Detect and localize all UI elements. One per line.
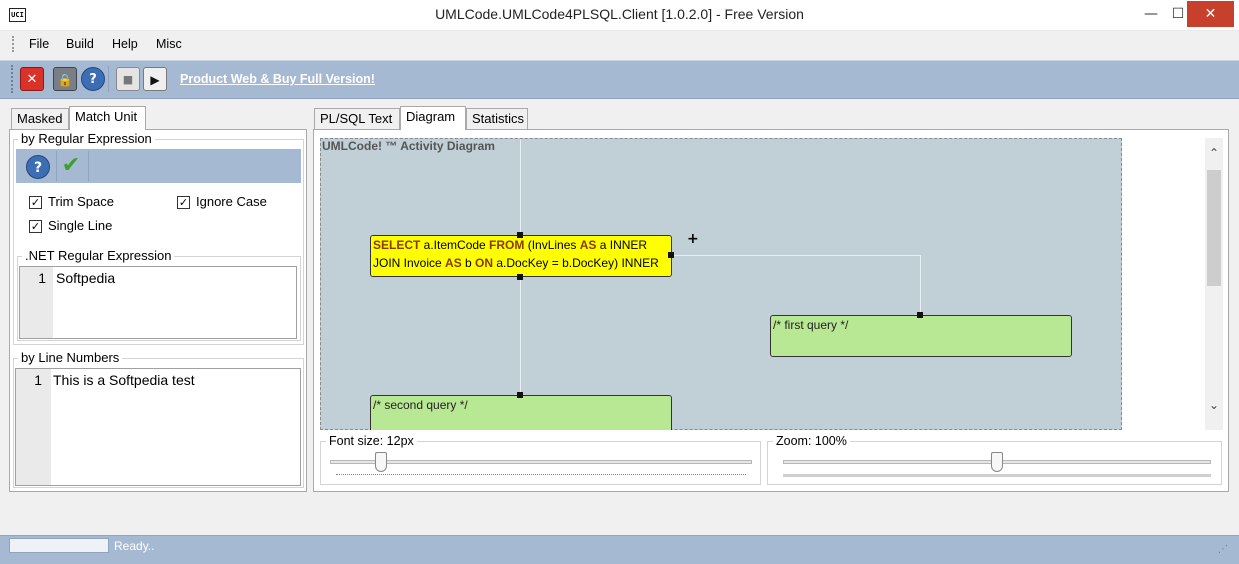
select-text: b: [461, 256, 476, 270]
menu-help[interactable]: Help: [112, 37, 138, 51]
anchor-handle-icon[interactable]: [668, 252, 674, 258]
anchor-handle-icon[interactable]: [517, 232, 523, 238]
tab-diagram[interactable]: Diagram: [400, 106, 466, 130]
select-line-1: SELECT a.ItemCode FROM (InvLines AS a IN…: [373, 236, 669, 254]
kw-on: ON: [475, 256, 494, 270]
product-link[interactable]: Product Web & Buy Full Version!: [180, 72, 375, 86]
menu-build[interactable]: Build: [66, 37, 94, 51]
regex-toolbar-separator: [88, 151, 89, 181]
diagram-canvas[interactable]: [320, 138, 1122, 430]
maximize-button[interactable]: ☐: [1168, 1, 1188, 27]
run-button[interactable]: ▶: [143, 67, 167, 91]
anchor-handle-icon[interactable]: [917, 312, 923, 318]
ignore-case-label: Ignore Case: [196, 194, 267, 209]
anchor-handle-icon[interactable]: [517, 274, 523, 280]
window-title: UMLCode.UMLCode4PLSQL.Client [1.0.2.0] -…: [435, 6, 804, 22]
regex-group-title: by Regular Expression: [18, 131, 155, 146]
font-size-track[interactable]: [330, 460, 752, 464]
select-text: (InvLines: [524, 238, 580, 252]
net-regex-label: .NET Regular Expression: [22, 248, 175, 263]
anchor-handle-icon[interactable]: [517, 392, 523, 398]
resize-grip-icon[interactable]: ⋰: [1218, 544, 1232, 558]
line-numbers-text[interactable]: This is a Softpedia test: [53, 372, 195, 388]
font-size-slider-thumb[interactable]: [374, 452, 387, 472]
apply-check-button[interactable]: ✔: [58, 153, 84, 179]
font-size-label: Font size: 12px: [326, 434, 417, 448]
status-bar: [0, 535, 1239, 564]
single-line-checkbox[interactable]: ✓: [29, 220, 42, 233]
connector-down: [520, 277, 521, 395]
help-button[interactable]: ?: [81, 67, 105, 91]
stop-button[interactable]: ■: [116, 67, 140, 91]
zoom-ticks: [783, 474, 1211, 477]
tab-statistics[interactable]: Statistics: [466, 108, 528, 130]
close-button[interactable]: ✕: [1187, 1, 1234, 27]
single-line-label: Single Line: [48, 218, 113, 233]
kw-select: SELECT: [373, 238, 421, 252]
kw-from: FROM: [489, 238, 525, 252]
select-text: JOIN Invoice: [373, 256, 446, 270]
lock-button[interactable]: 🔒: [53, 67, 77, 91]
zoom-slider-thumb[interactable]: [991, 452, 1003, 472]
menu-misc[interactable]: Misc: [156, 37, 182, 51]
menu-grip-icon[interactable]: [12, 36, 15, 52]
regex-expression-text[interactable]: Softpedia: [56, 270, 115, 286]
tab-match-unit[interactable]: Match Unit: [69, 106, 146, 130]
select-query-node[interactable]: SELECT a.ItemCode FROM (InvLines AS a IN…: [370, 235, 672, 277]
kw-as: AS: [445, 256, 462, 270]
kw-as: AS: [579, 238, 597, 252]
toolbar-separator: [108, 66, 109, 92]
zoom-label: Zoom: 100%: [773, 434, 850, 448]
tab-plsql-text[interactable]: PL/SQL Text: [314, 108, 400, 130]
scroll-down-icon[interactable]: ⌄: [1205, 398, 1223, 412]
select-text: a.ItemCode: [420, 238, 490, 252]
menu-file[interactable]: File: [29, 37, 49, 51]
exit-button[interactable]: ✕: [20, 67, 44, 91]
connector-top: [520, 139, 521, 235]
status-text: Ready..: [114, 539, 155, 553]
move-cursor-icon: +: [687, 231, 699, 247]
regex-help-button[interactable]: ?: [26, 155, 50, 179]
font-size-ticks: [336, 474, 746, 478]
first-query-node[interactable]: /* first query */: [770, 315, 1072, 357]
minimize-button[interactable]: —: [1134, 1, 1168, 27]
tab-masked[interactable]: Masked: [11, 108, 69, 130]
regex-toolbar-separator: [56, 151, 57, 181]
connector-right: [672, 255, 920, 256]
scroll-up-icon[interactable]: ⌃: [1205, 146, 1223, 160]
regex-line-number: 1: [38, 270, 46, 286]
select-text: a INNER: [596, 238, 648, 252]
select-text: a.DocKey = b.DocKey) INNER: [493, 256, 659, 270]
line-numbers-title: by Line Numbers: [18, 350, 123, 365]
menu-bar: [0, 32, 1239, 58]
ignore-case-checkbox[interactable]: ✓: [177, 196, 190, 209]
status-progress-bar: [9, 538, 109, 553]
trim-space-checkbox[interactable]: ✓: [29, 196, 42, 209]
toolbar-grip-icon[interactable]: [11, 65, 14, 93]
diagram-title: UMLCode! ™ Activity Diagram: [322, 139, 495, 153]
line-numbers-line-number: 1: [34, 372, 42, 388]
connector-branch: [920, 255, 921, 315]
select-line-2: JOIN Invoice AS b ON a.DocKey = b.DocKey…: [373, 254, 669, 272]
trim-space-label: Trim Space: [48, 194, 114, 209]
diagram-scroll-thumb[interactable]: [1207, 170, 1221, 286]
